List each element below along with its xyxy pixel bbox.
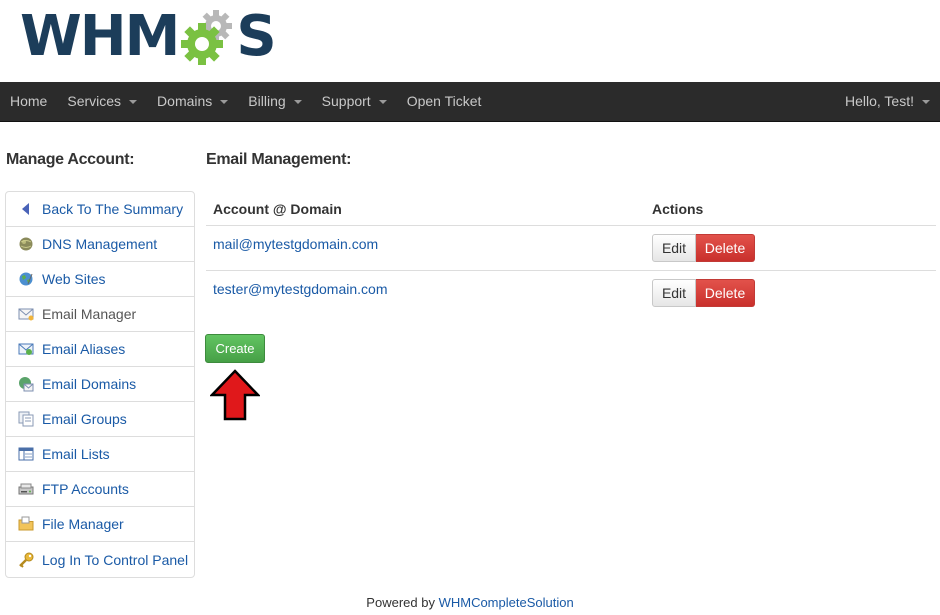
sidebar-item-email-groups[interactable]: Email Groups	[6, 402, 194, 437]
sidebar-item-label: Email Manager	[42, 306, 137, 322]
back-arrow-icon	[22, 203, 29, 215]
sidebar-item-label: Email Groups	[42, 411, 127, 427]
nav-billing-label: Billing	[248, 92, 286, 109]
sidebar-item-label: FTP Accounts	[42, 481, 129, 497]
edit-button[interactable]: Edit	[652, 279, 696, 307]
sidebar-item-label: Back To The Summary	[42, 201, 184, 217]
footer-prefix: Powered by	[366, 595, 435, 610]
nav-domains-label: Domains	[157, 92, 213, 109]
column-header-actions: Actions	[652, 201, 704, 217]
nav-services-label: Services	[67, 92, 122, 109]
sidebar-item-dns-management[interactable]: DNS Management	[6, 227, 194, 262]
email-alias-icon	[18, 343, 34, 355]
table-row: tester@mytestgdomain.com Edit Delete	[206, 271, 936, 316]
nav-support[interactable]: Support	[312, 82, 397, 122]
logo-text-start: WHM	[20, 4, 180, 69]
row-actions: Edit Delete	[645, 226, 755, 270]
nav-home[interactable]: Home	[0, 82, 57, 122]
nav-support-label: Support	[321, 92, 371, 109]
email-group-icon	[18, 411, 34, 427]
user-menu[interactable]: Hello, Test!	[835, 82, 940, 122]
create-button[interactable]: Create	[205, 334, 265, 363]
nav-left: Home Services Domains Billing Support Op…	[0, 82, 491, 122]
caret-down-icon	[922, 99, 930, 104]
table-header: Account @ Domain Actions	[206, 197, 936, 226]
sidebar-item-email-domains[interactable]: Email Domains	[6, 367, 194, 402]
sidebar-item-label: Email Lists	[42, 446, 110, 462]
up-arrow-icon	[210, 369, 260, 421]
sidebar-item-label: Web Sites	[42, 271, 106, 287]
envelope-icon	[18, 308, 34, 321]
ftp-icon	[18, 483, 34, 495]
nav-right: Hello, Test!	[835, 82, 940, 122]
delete-button[interactable]: Delete	[696, 234, 755, 262]
account-email: mail@mytestgdomain.com	[213, 236, 379, 252]
nav-open-ticket-label: Open Ticket	[406, 92, 482, 109]
sidebar-item-label: File Manager	[42, 516, 124, 532]
nav-billing[interactable]: Billing	[238, 82, 311, 122]
whmcs-logo[interactable]: WHM S	[20, 4, 277, 70]
sidebar-item-label: Email Domains	[42, 376, 137, 392]
delete-button[interactable]: Delete	[696, 279, 755, 307]
nav-domains[interactable]: Domains	[147, 82, 238, 122]
footer: Powered by WHMCompleteSolution	[0, 595, 940, 610]
table-row: mail@mytestgdomain.com Edit Delete	[206, 226, 936, 271]
sidebar-item-label: Email Aliases	[42, 341, 126, 357]
main-navbar: Home Services Domains Billing Support Op…	[0, 82, 940, 122]
logo-gear-icon	[181, 10, 233, 65]
email-accounts-table: Account @ Domain Actions mail@mytestgdom…	[206, 197, 936, 316]
edit-button[interactable]: Edit	[652, 234, 696, 262]
sidebar-item-label: Log In To Control Panel	[42, 551, 189, 568]
nav-home-label: Home	[10, 92, 48, 109]
nav-open-ticket[interactable]: Open Ticket	[397, 82, 492, 122]
caret-down-icon	[378, 99, 387, 104]
sidebar-item-email-manager[interactable]: Email Manager	[6, 297, 194, 332]
sidebar-item-email-lists[interactable]: Email Lists	[6, 437, 194, 472]
key-icon	[19, 552, 34, 568]
sidebar-item-log-in-control-panel[interactable]: Log In To Control Panel	[6, 542, 194, 577]
globe-icon	[19, 237, 33, 251]
folder-icon	[18, 516, 34, 531]
sidebar-item-file-manager[interactable]: File Manager	[6, 507, 194, 542]
email-domain-icon	[19, 377, 34, 392]
sidebar-item-back-to-summary[interactable]: Back To The Summary	[6, 192, 194, 227]
sidebar-item-ftp-accounts[interactable]: FTP Accounts	[6, 472, 194, 507]
nav-services[interactable]: Services	[57, 82, 147, 122]
footer-link[interactable]: WHMCompleteSolution	[439, 595, 574, 610]
caret-down-icon	[293, 99, 302, 104]
sidebar-item-web-sites[interactable]: Web Sites	[6, 262, 194, 297]
sidebar-menu: Back To The Summary DNS Management Web S…	[5, 191, 195, 578]
account-email: tester@mytestgdomain.com	[213, 281, 388, 297]
sidebar-title: Manage Account:	[6, 151, 135, 168]
sidebar-item-label: DNS Management	[42, 236, 158, 252]
logo-text-end: S	[236, 4, 276, 69]
row-actions: Edit Delete	[645, 271, 755, 316]
sidebar-item-email-aliases[interactable]: Email Aliases	[6, 332, 194, 367]
user-menu-label: Hello, Test!	[845, 92, 914, 109]
column-header-account: Account @ Domain	[213, 201, 342, 217]
page-title: Email Management:	[206, 151, 352, 168]
list-icon	[18, 447, 34, 461]
web-globe-icon	[19, 272, 33, 286]
caret-down-icon	[220, 99, 229, 104]
caret-down-icon	[129, 99, 138, 104]
